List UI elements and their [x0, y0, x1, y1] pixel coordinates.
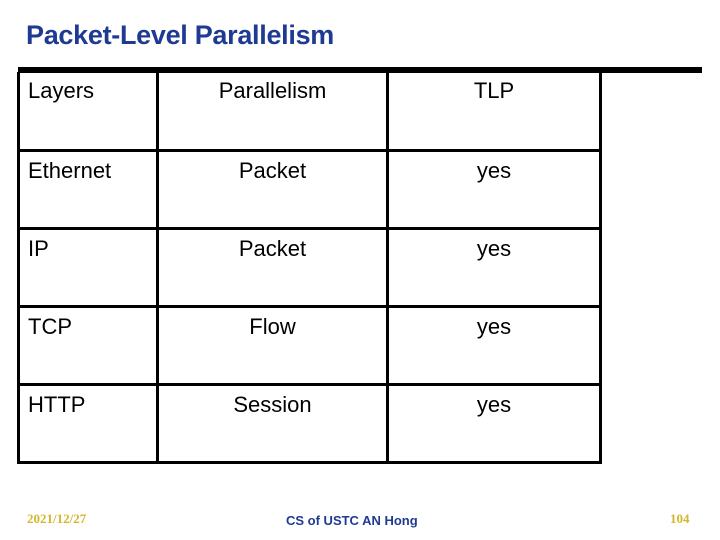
- layers-table: Layers Parallelism TLP Ethernet Packet y…: [17, 72, 602, 464]
- cell-layer: HTTP: [17, 382, 159, 464]
- footer-date: 2021/12/27: [27, 511, 87, 526]
- cell-tlp: yes: [386, 382, 602, 464]
- cell-tlp: yes: [386, 148, 602, 230]
- footer-author: CS of USTC AN Hong: [286, 513, 418, 528]
- cell-parallelism: Flow: [156, 304, 389, 386]
- page-number: 104: [670, 511, 690, 526]
- table-row: HTTP Session yes: [17, 382, 602, 464]
- cell-layer: TCP: [17, 304, 159, 386]
- cell-layer: Ethernet: [17, 148, 159, 230]
- slide-title: Packet-Level Parallelism: [26, 20, 334, 50]
- table-row: TCP Flow yes: [17, 304, 602, 386]
- cell-layer: IP: [17, 226, 159, 308]
- table-row: IP Packet yes: [17, 226, 602, 308]
- cell-tlp: yes: [386, 304, 602, 386]
- cell-parallelism: Session: [156, 382, 389, 464]
- table-header-row: Layers Parallelism TLP: [17, 72, 602, 152]
- cell-parallelism: Packet: [156, 148, 389, 230]
- header-layers: Layers: [17, 72, 159, 152]
- table-row: Ethernet Packet yes: [17, 148, 602, 230]
- header-parallelism: Parallelism: [156, 72, 389, 152]
- cell-parallelism: Packet: [156, 226, 389, 308]
- header-tlp: TLP: [386, 72, 602, 152]
- cell-tlp: yes: [386, 226, 602, 308]
